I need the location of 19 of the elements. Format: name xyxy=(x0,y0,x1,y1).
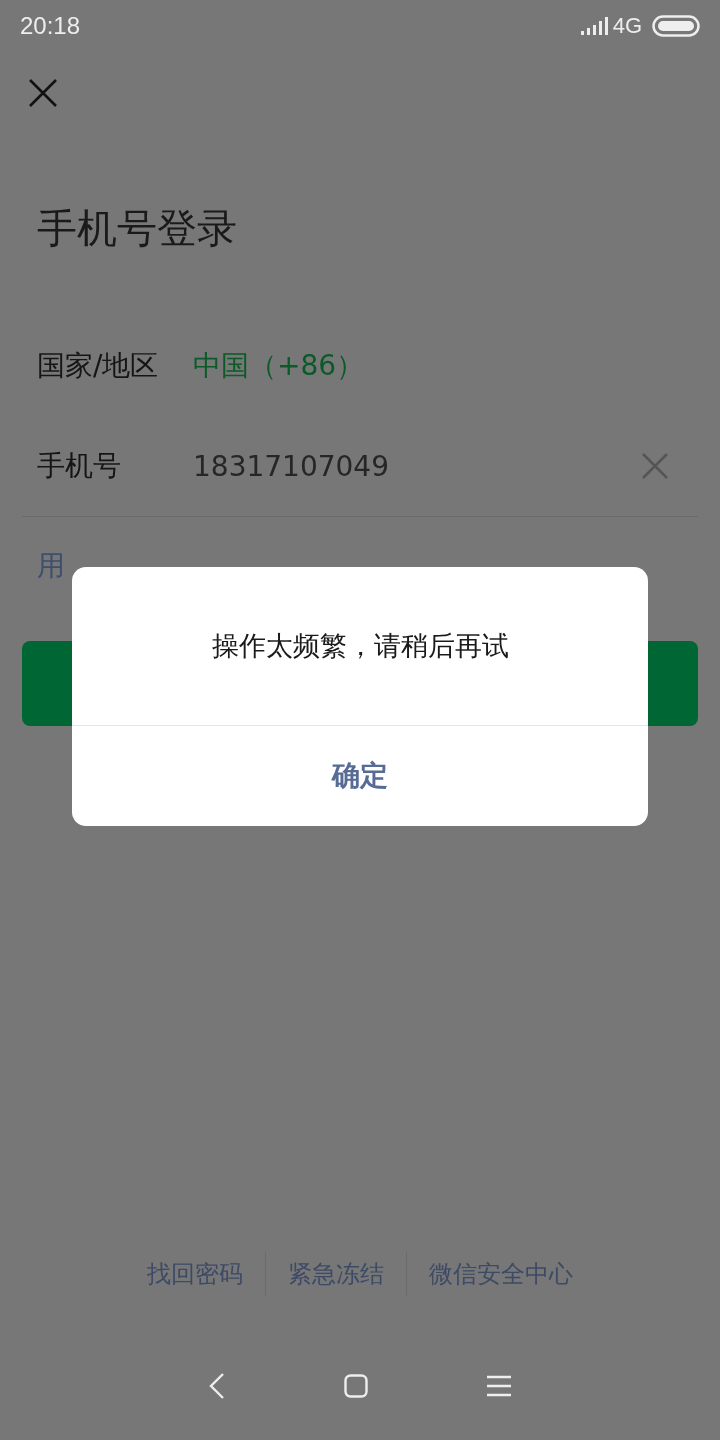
footer-link[interactable]: 紧急冻结 xyxy=(288,1258,384,1290)
network-type: 4G xyxy=(612,13,642,39)
confirm-button[interactable]: 确定 xyxy=(72,726,648,826)
dialog-message: 操作太频繁，请稍后再试 xyxy=(72,567,648,726)
country-label: 国家/地区 xyxy=(37,348,160,384)
menu-icon[interactable] xyxy=(486,1375,511,1397)
signal-icon xyxy=(580,17,609,35)
alt-login-link[interactable]: 用 xyxy=(37,547,65,585)
footer-link[interactable]: 找回密码 xyxy=(147,1258,243,1290)
country-selector[interactable]: 中国（+86） xyxy=(193,347,365,385)
back-icon[interactable] xyxy=(209,1373,226,1399)
phone-input-field[interactable]: 18317107049 xyxy=(193,449,641,483)
status-time: 20:18 xyxy=(20,12,81,40)
phone-label: 手机号 xyxy=(37,448,122,484)
page-title: 手机号登录 xyxy=(37,204,238,253)
battery-icon xyxy=(652,15,700,37)
footer-link[interactable]: 微信安全中心 xyxy=(429,1258,573,1290)
close-icon[interactable] xyxy=(28,78,58,108)
home-icon[interactable] xyxy=(344,1374,368,1398)
